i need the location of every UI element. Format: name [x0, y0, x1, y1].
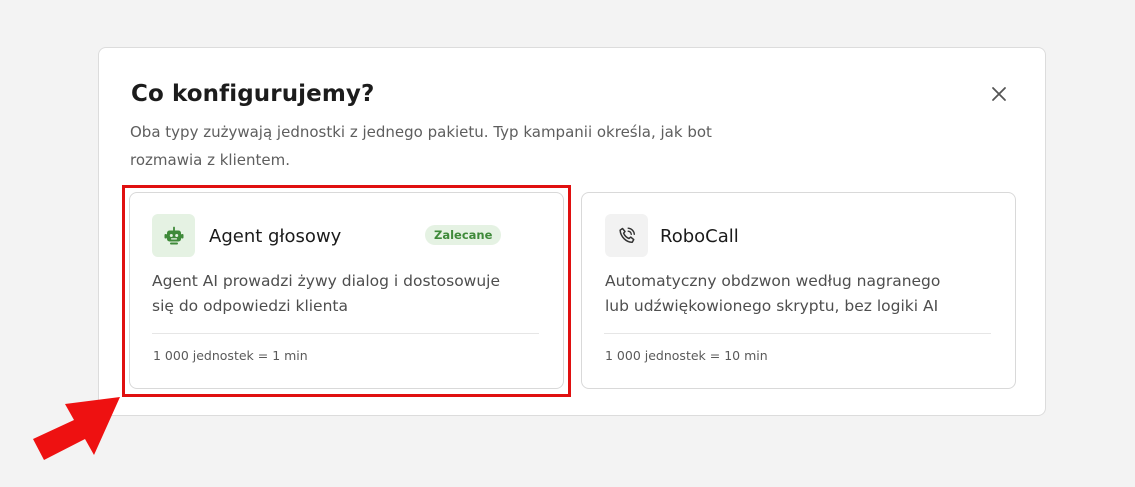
recommended-badge: Zalecane — [425, 225, 502, 245]
close-button[interactable] — [988, 83, 1010, 105]
option-description: Automatyczny obdzwon według nagranego lu… — [605, 272, 941, 315]
option-card-robocall[interactable]: RoboCall Automatyczny obdzwon według nag… — [581, 192, 1016, 389]
card-divider — [152, 333, 539, 334]
modal-subtitle: Oba typy zużywają jednostki z jednego pa… — [130, 123, 712, 169]
option-cost: 1 000 jednostek = 10 min — [605, 348, 768, 363]
close-icon — [992, 87, 1006, 101]
modal-title: Co konfigurujemy? — [131, 81, 375, 107]
option-name: RoboCall — [660, 226, 739, 247]
option-name: Agent głosowy — [209, 226, 342, 247]
option-card-agent-glosowy[interactable]: Agent głosowy Zalecane Agent AI prowadzi… — [129, 192, 564, 389]
option-description: Agent AI prowadzi żywy dialog i dostosow… — [152, 272, 501, 315]
card-divider — [604, 333, 991, 334]
option-cost: 1 000 jednostek = 1 min — [153, 348, 308, 363]
pointer-arrow-icon — [33, 397, 120, 460]
robot-icon — [152, 214, 195, 257]
phone-call-icon — [605, 214, 648, 257]
campaign-type-modal: Co konfigurujemy? Oba typy zużywają jedn… — [98, 47, 1046, 416]
